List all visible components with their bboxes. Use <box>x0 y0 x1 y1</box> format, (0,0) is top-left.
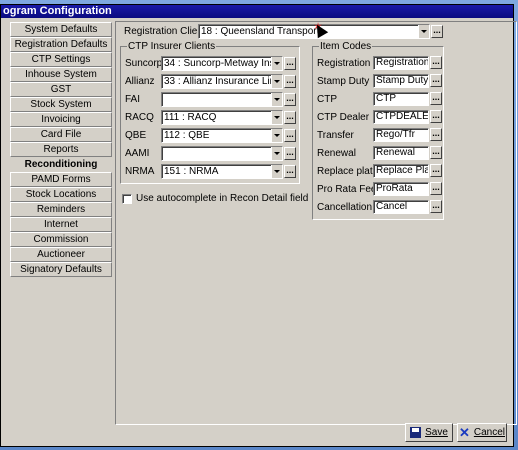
ctp-suncorp-label: Suncorp <box>125 58 163 69</box>
cancel-button[interactable]: ✕ Cancel <box>457 423 507 442</box>
sidebar-item-commission[interactable]: Commission <box>10 232 112 247</box>
ctp-allianz-value: 33 : Allianz Insurance Limited <box>164 76 283 87</box>
sidebar-item-signatory-defaults[interactable]: Signatory Defaults <box>10 262 112 277</box>
sidebar-item-stock-system[interactable]: Stock System <box>10 97 112 112</box>
item-replace-plate-label: Replace plate <box>317 166 379 177</box>
item-replace-plate-lookup-button[interactable]: ... <box>430 164 442 177</box>
ctp-allianz-lookup-button[interactable]: ... <box>284 75 296 88</box>
item-ctp-label: CTP <box>317 94 337 105</box>
item-renewal-field[interactable]: Renewal <box>373 146 429 160</box>
item-replace-plate-field[interactable]: Replace Plate <box>373 164 429 178</box>
ctp-racq-select[interactable]: 111 : RACQ <box>161 110 283 125</box>
chevron-down-icon[interactable] <box>271 165 282 178</box>
sidebar-item-card-file[interactable]: Card File <box>10 127 112 142</box>
ctp-allianz-select[interactable]: 33 : Allianz Insurance Limited <box>161 74 283 89</box>
ctp-aami-select[interactable] <box>161 146 283 161</box>
ctp-aami-label: AAMI <box>125 148 150 159</box>
item-cancellation-label: Cancellation <box>317 202 373 213</box>
ctp-insurer-clients-group: CTP Insurer Clients Suncorp 34 : Suncorp… <box>120 41 300 184</box>
autocomplete-label[interactable]: Use autocomplete in Recon Detail field <box>136 193 308 204</box>
item-cancellation-lookup-button[interactable]: ... <box>430 200 442 213</box>
window-client-area: System Defaults Registration Defaults CT… <box>7 21 517 442</box>
ctp-racq-value: 111 : RACQ <box>164 112 217 123</box>
item-ctp-lookup-button[interactable]: ... <box>430 92 442 105</box>
x-icon: ✕ <box>458 425 470 440</box>
ctp-aami-lookup-button[interactable]: ... <box>284 147 296 160</box>
item-ctp-dealer-field[interactable]: CTPDEALER <box>373 110 429 124</box>
registration-client-label: Registration Client <box>124 26 206 37</box>
sidebar-item-registration-defaults[interactable]: Registration Defaults <box>10 37 112 52</box>
cancel-label: Cancel <box>473 427 506 438</box>
sidebar-item-pamd-forms[interactable]: PAMD Forms <box>10 172 112 187</box>
ctp-nrma-select[interactable]: 151 : NRMA <box>161 164 283 179</box>
chevron-down-icon[interactable] <box>271 93 282 106</box>
registration-client-value: 18 : Queensland Transport <box>201 26 320 37</box>
ctp-racq-label: RACQ <box>125 112 154 123</box>
item-codes-group: Item Codes Registration Registration ...… <box>312 41 444 220</box>
sidebar: System Defaults Registration Defaults CT… <box>10 22 112 277</box>
item-cancellation-field[interactable]: Cancel <box>373 200 429 214</box>
ctp-suncorp-select[interactable]: 34 : Suncorp-Metway Insuranc <box>161 56 283 71</box>
item-registration-lookup-button[interactable]: ... <box>430 56 442 69</box>
sidebar-item-internet[interactable]: Internet <box>10 217 112 232</box>
ctp-qbe-lookup-button[interactable]: ... <box>284 129 296 142</box>
item-ctp-field[interactable]: CTP <box>373 92 429 106</box>
chevron-down-icon[interactable] <box>271 75 282 88</box>
chevron-down-icon[interactable] <box>271 147 282 160</box>
item-pro-rata-fees-lookup-button[interactable]: ... <box>430 182 442 195</box>
item-stamp-duty-label: Stamp Duty <box>317 76 370 87</box>
ctp-nrma-value: 151 : NRMA <box>164 166 219 177</box>
item-pro-rata-fees-field[interactable]: ProRata <box>373 182 429 196</box>
registration-client-lookup-button[interactable]: ... <box>431 25 443 38</box>
save-label: Save <box>425 427 448 438</box>
ctp-fai-lookup-button[interactable]: ... <box>284 93 296 106</box>
floppy-disk-icon <box>410 427 422 438</box>
autocomplete-checkbox[interactable] <box>122 194 132 204</box>
sidebar-item-gst[interactable]: GST <box>10 82 112 97</box>
item-ctp-dealer-lookup-button[interactable]: ... <box>430 110 442 123</box>
item-stamp-duty-field[interactable]: Stamp Duty <box>373 74 429 88</box>
sidebar-item-reports[interactable]: Reports <box>10 142 112 157</box>
item-registration-field[interactable]: Registration <box>373 56 429 70</box>
item-pro-rata-fees-label: Pro Rata Fees <box>317 184 382 195</box>
ctp-qbe-select[interactable]: 112 : QBE <box>161 128 283 143</box>
sidebar-item-stock-locations[interactable]: Stock Locations <box>10 187 112 202</box>
ctp-insurer-clients-title: CTP Insurer Clients <box>127 41 217 52</box>
ctp-racq-lookup-button[interactable]: ... <box>284 111 296 124</box>
chevron-down-icon[interactable] <box>418 25 429 38</box>
sidebar-item-reconditioning[interactable]: Reconditioning <box>10 157 112 172</box>
ctp-qbe-label: QBE <box>125 130 147 141</box>
ctp-nrma-label: NRMA <box>125 166 155 177</box>
sidebar-item-auctioneer[interactable]: Auctioneer <box>10 247 112 262</box>
sidebar-item-inhouse-system[interactable]: Inhouse System <box>10 67 112 82</box>
item-registration-label: Registration <box>317 58 371 69</box>
item-stamp-duty-lookup-button[interactable]: ... <box>430 74 442 87</box>
window-title: ogram Configuration <box>1 5 513 18</box>
item-renewal-label: Renewal <box>317 148 356 159</box>
ctp-suncorp-lookup-button[interactable]: ... <box>284 57 296 70</box>
item-codes-title: Item Codes <box>319 41 373 52</box>
ctp-qbe-value: 112 : QBE <box>164 130 210 141</box>
item-renewal-lookup-button[interactable]: ... <box>430 146 442 159</box>
sidebar-item-ctp-settings[interactable]: CTP Settings <box>10 52 112 67</box>
chevron-down-icon[interactable] <box>271 57 282 70</box>
reconditioning-panel: Registration Client 18 : Queensland Tran… <box>115 21 517 425</box>
chevron-down-icon[interactable] <box>271 111 282 124</box>
ctp-fai-label: FAI <box>125 94 141 105</box>
ctp-allianz-label: Allianz <box>125 76 155 87</box>
ctp-nrma-lookup-button[interactable]: ... <box>284 165 296 178</box>
ctp-suncorp-value: 34 : Suncorp-Metway Insuranc <box>164 58 282 69</box>
item-transfer-field[interactable]: Rego/Tfr <box>373 128 429 142</box>
ctp-fai-select[interactable] <box>161 92 283 107</box>
save-button[interactable]: Save <box>405 423 453 442</box>
sidebar-item-reminders[interactable]: Reminders <box>10 202 112 217</box>
program-configuration-window: ogram Configuration System Defaults Regi… <box>0 4 517 447</box>
item-transfer-label: Transfer <box>317 130 354 141</box>
chevron-down-icon[interactable] <box>271 129 282 142</box>
sidebar-item-invoicing[interactable]: Invoicing <box>10 112 112 127</box>
item-transfer-lookup-button[interactable]: ... <box>430 128 442 141</box>
sidebar-item-system-defaults[interactable]: System Defaults <box>10 22 112 37</box>
item-ctp-dealer-label: CTP Dealer <box>317 112 370 123</box>
